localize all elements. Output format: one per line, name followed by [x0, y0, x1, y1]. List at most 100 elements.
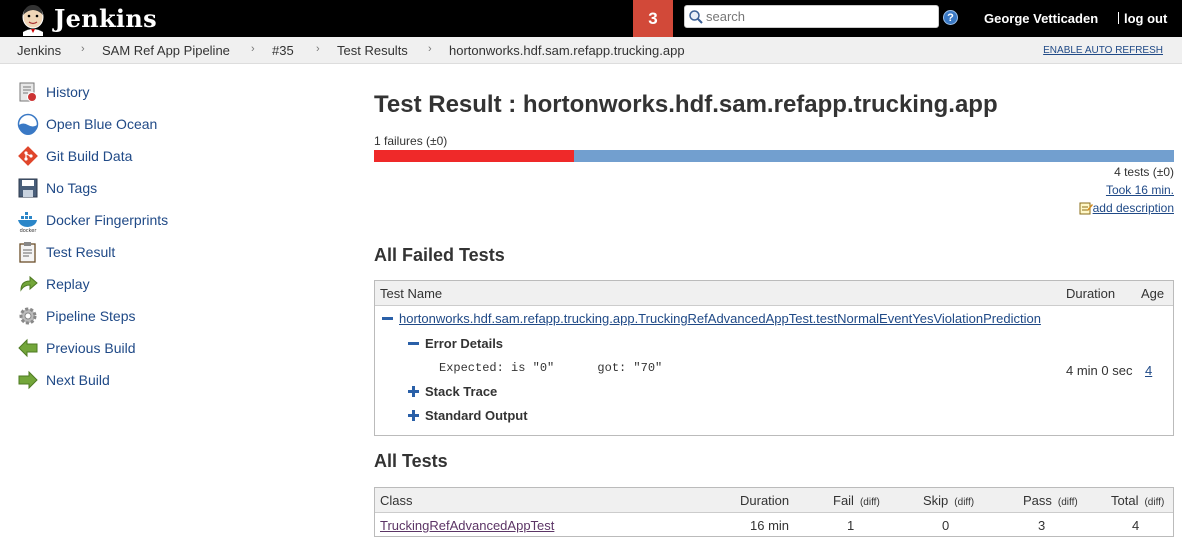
clipboard-icon	[16, 240, 40, 264]
sidebar-item-label: Next Build	[46, 372, 110, 388]
column-fail[interactable]: Fail (diff)	[833, 493, 880, 508]
sidebar-item-history[interactable]: History	[16, 80, 90, 104]
search-icon	[689, 9, 703, 24]
class-link[interactable]: TruckingRefAdvancedAppTest	[380, 518, 554, 533]
cell-skip: 0	[942, 518, 950, 533]
help-icon[interactable]: ?	[943, 10, 958, 25]
sidebar-item-label: Docker Fingerprints	[46, 212, 169, 228]
history-icon	[16, 80, 40, 104]
sidebar-item-docker-fingerprints[interactable]: docker Docker Fingerprints	[16, 208, 168, 232]
standard-output-toggle[interactable]: Standard Output	[408, 408, 528, 423]
sidebar-item-label: No Tags	[46, 180, 98, 196]
pass-bar	[574, 150, 1174, 162]
sidebar-item-previous-build[interactable]: Previous Build	[16, 336, 136, 360]
notepad-icon	[1079, 202, 1093, 215]
column-skip[interactable]: Skip (diff)	[923, 493, 974, 508]
error-details-label: Error Details	[425, 336, 504, 351]
table-header: Class Duration Fail (diff) Skip (diff) Pas…	[375, 488, 1173, 513]
failed-test-link[interactable]: hortonworks.hdf.sam.refapp.trucking.app.…	[399, 311, 1041, 326]
breadcrumb-pipeline[interactable]: SAM Ref App Pipeline	[102, 43, 230, 58]
search-input[interactable]	[706, 9, 931, 24]
column-duration[interactable]: Duration	[740, 493, 789, 508]
column-total-label: Total	[1111, 493, 1139, 508]
column-class[interactable]: Class	[380, 493, 413, 508]
arrow-right-icon	[16, 368, 40, 392]
user-name-link[interactable]: George Vetticaden	[984, 11, 1098, 26]
sidebar-item-replay[interactable]: Replay	[16, 272, 90, 296]
column-age[interactable]: Age	[1141, 286, 1164, 301]
jenkins-logo[interactable]: Jenkins	[16, 2, 157, 36]
gear-icon	[16, 304, 40, 328]
search-box[interactable]	[684, 5, 939, 28]
failed-test-duration: 4 min 0 sec	[1066, 363, 1133, 378]
sidebar-item-label: Test Result	[46, 244, 116, 260]
jenkins-butler-icon	[22, 4, 44, 36]
error-details-toggle[interactable]: Error Details	[408, 336, 503, 351]
cell-fail: 1	[847, 518, 855, 533]
column-total-diff: (diff)	[1144, 497, 1165, 508]
breadcrumb-test-results[interactable]: Test Results	[337, 43, 408, 58]
failed-tests-table: Test Name Duration Age hortonworks.hdf.s…	[374, 280, 1174, 436]
save-icon	[16, 176, 40, 200]
sidebar-item-label: History	[46, 84, 90, 100]
blue-ocean-icon	[16, 112, 40, 136]
logout-separator	[1118, 12, 1119, 24]
sidebar-item-git-build-data[interactable]: Git Build Data	[16, 144, 132, 168]
replay-icon	[16, 272, 40, 296]
cell-duration: 16 min	[750, 518, 790, 533]
arrow-left-icon	[16, 336, 40, 360]
standard-output-label: Standard Output	[425, 408, 528, 423]
column-skip-label: Skip	[923, 493, 949, 508]
breadcrumb-separator[interactable]: ›	[428, 43, 432, 55]
column-fail-label: Fail	[833, 493, 854, 508]
breadcrumb-separator[interactable]: ›	[316, 43, 320, 55]
sidebar-item-label: Previous Build	[46, 340, 136, 356]
all-tests-heading: All Tests	[374, 451, 448, 471]
sidebar-item-test-result[interactable]: Test Result	[16, 240, 115, 264]
sidebar-item-label: Git Build Data	[46, 148, 133, 164]
notification-badge[interactable]: 3	[633, 0, 673, 37]
sidebar-item-open-blue-ocean[interactable]: Open Blue Ocean	[16, 112, 157, 136]
collapse-icon	[408, 342, 419, 345]
all-tests-table: Class Duration Fail (diff) Skip (diff) Pas…	[374, 487, 1174, 537]
cell-total: 4	[1132, 518, 1140, 533]
add-description-label: add description	[1092, 201, 1174, 215]
column-pass[interactable]: Pass (diff)	[1023, 493, 1078, 508]
failures-summary: 1 failures (±0)	[374, 134, 448, 148]
logout-label: log out	[1124, 11, 1168, 26]
sidebar-item-next-build[interactable]: Next Build	[16, 368, 110, 392]
sidebar-item-label: Pipeline Steps	[46, 308, 136, 324]
page-title: Test Result : hortonworks.hdf.sam.refapp…	[374, 91, 998, 118]
logout-link[interactable]: log out	[1118, 11, 1167, 26]
column-test-name[interactable]: Test Name	[380, 286, 442, 301]
breadcrumb: Jenkins › SAM Ref App Pipeline › #35 › T…	[0, 37, 1182, 64]
tests-summary: 4 tests (±0)	[1114, 165, 1174, 179]
column-total[interactable]: Total (diff)	[1111, 493, 1164, 508]
sidebar-item-pipeline-steps[interactable]: Pipeline Steps	[16, 304, 136, 328]
app-name: Jenkins	[54, 4, 157, 33]
breadcrumb-jenkins[interactable]: Jenkins	[17, 43, 61, 58]
git-icon	[16, 144, 40, 168]
stack-trace-toggle[interactable]: Stack Trace	[408, 384, 497, 399]
docker-icon: docker	[16, 208, 40, 232]
column-fail-diff: (diff)	[859, 497, 880, 508]
stack-trace-label: Stack Trace	[425, 384, 498, 399]
breadcrumb-separator[interactable]: ›	[251, 43, 255, 55]
breadcrumb-package[interactable]: hortonworks.hdf.sam.refapp.trucking.app	[449, 43, 685, 58]
breadcrumb-separator[interactable]: ›	[81, 43, 85, 55]
failed-test-row: hortonworks.hdf.sam.refapp.trucking.app.…	[382, 311, 1041, 326]
column-skip-diff: (diff)	[954, 497, 975, 508]
sidebar-item-label: Open Blue Ocean	[46, 116, 158, 132]
took-duration-link[interactable]: Took 16 min.	[1106, 183, 1174, 197]
breadcrumb-build[interactable]: #35	[272, 43, 294, 58]
enable-auto-refresh-link[interactable]: ENABLE AUTO REFRESH	[1043, 45, 1163, 56]
sidebar-item-no-tags[interactable]: No Tags	[16, 176, 97, 200]
column-pass-label: Pass	[1023, 493, 1052, 508]
expand-icon	[408, 386, 419, 397]
all-failed-tests-heading: All Failed Tests	[374, 245, 505, 265]
column-pass-diff: (diff)	[1057, 497, 1078, 508]
failed-test-age-link[interactable]: 4	[1145, 363, 1152, 378]
collapse-icon[interactable]	[382, 317, 393, 320]
add-description-link[interactable]: add description	[1079, 201, 1174, 215]
column-duration[interactable]: Duration	[1066, 286, 1115, 301]
